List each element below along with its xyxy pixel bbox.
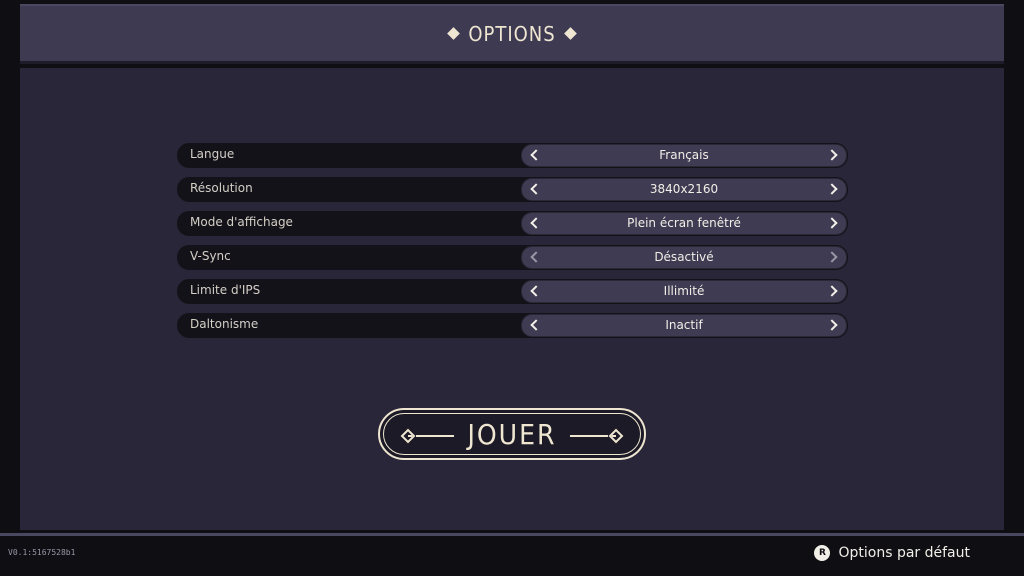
option-selector-vsync[interactable]: Désactivé: [521, 246, 847, 269]
footer-divider: [0, 533, 1024, 536]
option-value: Français: [659, 148, 709, 162]
diamond-icon: [447, 27, 461, 40]
option-value: 3840x2160: [649, 182, 719, 196]
chevron-right-icon[interactable]: [826, 183, 838, 195]
option-selector-display-mode[interactable]: Plein écran fenêtré: [521, 212, 847, 235]
option-row-langue: Langue Français: [177, 143, 848, 168]
options-list: Langue Français Résolution 3840x2160 Mod…: [177, 143, 848, 347]
flourish-right-icon: [570, 428, 624, 444]
r-key-icon: R: [814, 545, 831, 561]
option-selector-fps-limit[interactable]: Illimité: [521, 280, 847, 303]
diamond-icon: [563, 27, 577, 40]
option-value: Illimité: [663, 284, 705, 298]
option-row-display-mode: Mode d'affichage Plein écran fenêtré: [177, 211, 848, 236]
chevron-left-icon[interactable]: [530, 217, 542, 229]
option-label: Résolution: [190, 181, 253, 195]
option-label: V-Sync: [190, 249, 231, 263]
default-options-label: Options par défaut: [838, 545, 970, 561]
option-label: Langue: [190, 147, 235, 161]
chevron-right-icon[interactable]: [826, 217, 838, 229]
chevron-right-icon[interactable]: [826, 285, 838, 297]
options-header: OPTIONS: [20, 4, 1004, 64]
option-row-colorblind: Daltonisme Inactif: [177, 313, 848, 338]
option-value: Inactif: [665, 318, 703, 332]
option-row-vsync: V-Sync Désactivé: [177, 245, 848, 270]
chevron-right-icon[interactable]: [826, 319, 838, 331]
option-value: Désactivé: [654, 250, 714, 264]
chevron-left-icon[interactable]: [530, 251, 542, 263]
option-row-resolution: Résolution 3840x2160: [177, 177, 848, 202]
chevron-left-icon[interactable]: [530, 285, 542, 297]
option-value: Plein écran fenêtré: [627, 216, 741, 230]
chevron-left-icon[interactable]: [530, 183, 542, 195]
option-row-fps-limit: Limite d'IPS Illimité: [177, 279, 848, 304]
chevron-left-icon[interactable]: [530, 319, 542, 331]
option-label: Daltonisme: [190, 317, 259, 331]
option-selector-resolution[interactable]: 3840x2160: [521, 178, 847, 201]
version-label: V0.1:5167528b1: [8, 548, 76, 557]
options-screen: OPTIONS Langue Français Résolution 3840x…: [0, 0, 1024, 576]
option-label: Limite d'IPS: [190, 283, 261, 297]
option-selector-langue[interactable]: Français: [521, 144, 847, 167]
chevron-right-icon[interactable]: [826, 251, 838, 263]
option-label: Mode d'affichage: [190, 215, 293, 229]
play-button[interactable]: JOUER: [378, 408, 646, 460]
option-selector-colorblind[interactable]: Inactif: [521, 314, 847, 337]
page-title: OPTIONS: [468, 21, 556, 46]
default-options-button[interactable]: R Options par défaut: [814, 545, 970, 561]
chevron-left-icon[interactable]: [530, 149, 542, 161]
chevron-right-icon[interactable]: [826, 149, 838, 161]
